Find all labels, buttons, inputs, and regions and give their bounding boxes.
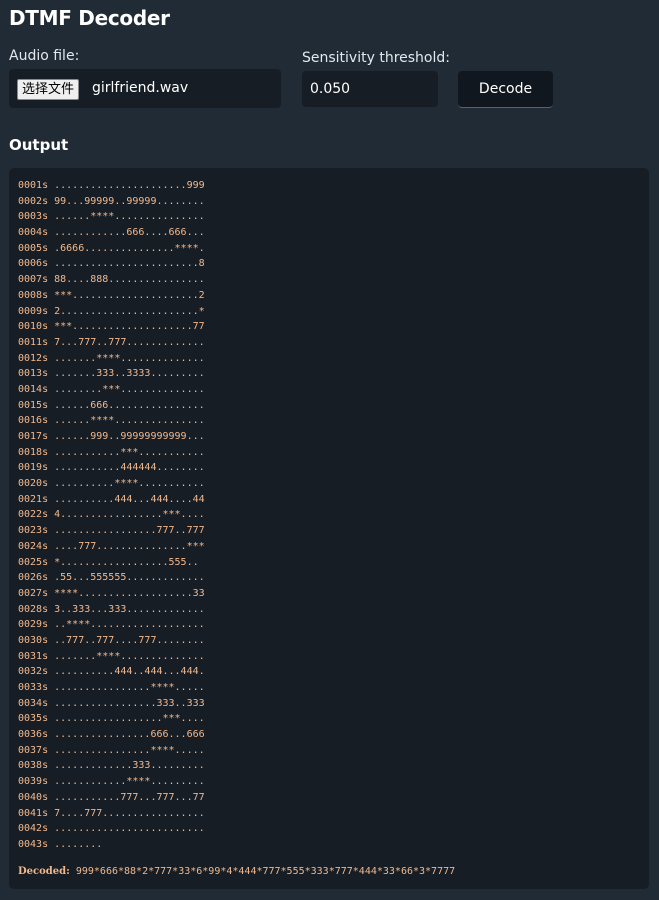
output-panel: 0001s ......................999 0002s 99.… [9, 168, 649, 889]
output-log-line: 0019s ...........444444........ [18, 462, 205, 474]
output-log-line: 0038s .............333......... [18, 760, 205, 772]
output-log-line: 0008s ***.....................2 [18, 289, 205, 301]
output-log-line: 0039s ............****......... [18, 776, 205, 788]
audio-file-input[interactable]: 选择文件 girlfriend.wav [9, 69, 281, 108]
output-log-line: 0020s ..........****........... [18, 478, 205, 490]
sensitivity-threshold-input[interactable] [302, 71, 438, 107]
output-log-line: 0028s 3..333...333............. [18, 603, 205, 615]
output-log-line: 0036s ................666...666 [18, 729, 205, 741]
output-log-line: 0030s ..777..777....777........ [18, 634, 205, 646]
output-log-line: 0026s .55...555555............. [18, 572, 205, 584]
output-log-line: 0017s ......999..99999999999... [18, 431, 205, 442]
output-log-line: 0009s 2.......................* [18, 305, 205, 317]
output-log-line: 0035s ..................***.... [18, 713, 205, 725]
output-log-line: 0031s .......****.............. [18, 650, 205, 662]
output-log-line: 0024s ....777...............*** [18, 540, 205, 552]
audio-file-label: Audio file: [9, 48, 80, 64]
output-log-line: 0014s ........***.............. [18, 383, 205, 395]
output-log-line: 0041s 7....777................. [18, 807, 205, 819]
output-log-line: 0013s .......333..3333......... [18, 368, 205, 380]
decoded-value: 999*666*88*2*777*33*6*99*4*444*777*555*3… [75, 866, 456, 877]
output-log-line: 0012s .......****.............. [18, 352, 205, 364]
output-log-line: 0015s ......666................ [18, 399, 205, 411]
decoded-result: Decoded: 999*666*88*2*777*33*6*99*4*444*7… [18, 866, 455, 877]
output-log-line: 0003s ......****............... [18, 211, 205, 223]
output-log-line: 0043s ........ [18, 838, 103, 850]
output-log-line: 0006s ........................8 [18, 258, 205, 270]
output-log-line: 0027s ****...................33 [18, 587, 205, 599]
output-log-line: 0023s .................777..777 [18, 525, 205, 537]
output-log-line: 0010s ***....................77 [18, 321, 205, 333]
output-log-line: 0001s ......................999 [18, 180, 205, 191]
output-log-line: 0004s ............666....666... [18, 227, 205, 239]
output-log-line: 0029s ..****................... [18, 619, 205, 631]
output-log-line: 0025s *..................555.. [18, 556, 199, 568]
decode-button[interactable]: Decode [458, 71, 553, 108]
output-log-line: 0018s ...........***........... [18, 446, 205, 458]
output-log-line: 0022s 4.................***.... [18, 509, 205, 521]
output-log-line: 0005s .6666...............****. [18, 242, 205, 254]
output-log-line: 0016s ......****............... [18, 415, 205, 427]
output-log-line: 0002s 99...99999..99999........ [18, 195, 205, 207]
decoded-label: Decoded: [18, 866, 70, 877]
output-log-line: 0007s 88....888................ [18, 274, 205, 286]
output-log-line: 0042s ......................... [18, 823, 205, 835]
sensitivity-threshold-label: Sensitivity threshold: [302, 50, 450, 66]
output-log-line: 0021s ..........444...444....44 [18, 493, 205, 505]
output-log-line: 0040s ...........777...777...77 [18, 791, 205, 803]
output-log: 0001s ......................999 0002s 99.… [18, 178, 649, 853]
output-log-line: 0011s 7...777..777............. [18, 336, 205, 348]
output-heading: Output [9, 136, 69, 154]
selected-file-name: girlfriend.wav [92, 80, 189, 96]
output-log-line: 0037s ................****..... [18, 744, 205, 756]
output-log-line: 0032s ..........444..444...444. [18, 666, 205, 678]
output-log-line: 0034s .................333..333 [18, 697, 205, 709]
app-title: DTMF Decoder [9, 6, 170, 30]
output-log-line: 0033s ................****..... [18, 682, 205, 693]
choose-file-button[interactable]: 选择文件 [17, 79, 80, 100]
